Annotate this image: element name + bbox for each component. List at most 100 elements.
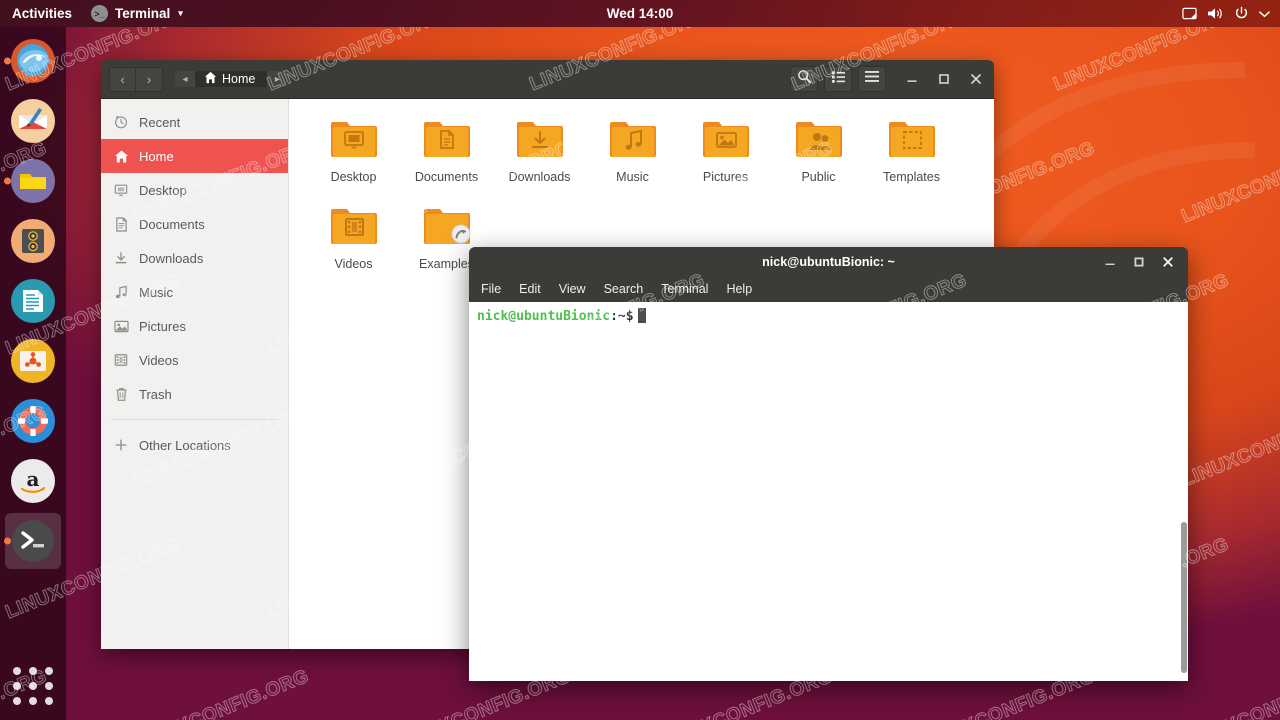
libreoffice-writer-icon bbox=[10, 278, 56, 324]
dock-item-libreoffice-writer[interactable] bbox=[5, 273, 61, 329]
running-indicator bbox=[4, 178, 11, 185]
apps-grid-dot bbox=[29, 667, 37, 675]
file-label: Downloads bbox=[509, 170, 571, 184]
files-titlebar: ‹ › ◂ Home ▸ bbox=[101, 60, 994, 99]
terminal-title: nick@ubuntuBionic: ~ bbox=[469, 255, 1188, 269]
menu-button[interactable] bbox=[858, 66, 886, 92]
running-indicator bbox=[4, 58, 11, 65]
volume-icon bbox=[1207, 6, 1224, 21]
dock-item-help[interactable] bbox=[5, 393, 61, 449]
dock-item-thunderbird[interactable] bbox=[5, 93, 61, 149]
screencast-icon bbox=[1182, 6, 1197, 21]
rhythmbox-speaker-icon bbox=[10, 218, 56, 264]
breadcrumb-home[interactable]: Home bbox=[195, 71, 267, 87]
file-item-documents[interactable]: Documents bbox=[400, 115, 493, 184]
folder-downloads-icon bbox=[516, 115, 564, 164]
menu-edit[interactable]: Edit bbox=[519, 282, 541, 296]
file-item-pictures[interactable]: Pictures bbox=[679, 115, 772, 184]
forward-button[interactable]: › bbox=[136, 67, 163, 92]
folder-pictures-icon bbox=[702, 115, 750, 164]
sidebar-item-trash[interactable]: Trash bbox=[101, 377, 288, 411]
search-button[interactable] bbox=[790, 66, 818, 92]
text-cursor bbox=[638, 308, 646, 323]
clock-icon bbox=[113, 114, 129, 130]
menu-file[interactable]: File bbox=[481, 282, 501, 296]
app-menu-terminal[interactable]: >_ Terminal ▾ bbox=[83, 5, 191, 22]
apps-grid-dot bbox=[13, 697, 21, 705]
folder-videos-icon bbox=[330, 202, 378, 251]
sidebar-item-label: Recent bbox=[139, 115, 180, 130]
sidebar-item-other-locations[interactable]: Other Locations bbox=[101, 428, 288, 462]
file-item-videos[interactable]: Videos bbox=[307, 202, 400, 271]
file-item-desktop[interactable]: Desktop bbox=[307, 115, 400, 184]
view-toggle-button[interactable] bbox=[824, 66, 852, 92]
search-icon bbox=[797, 69, 812, 89]
dock-item-amazon[interactable]: a bbox=[5, 453, 61, 509]
sidebar-divider bbox=[111, 419, 278, 420]
film-icon bbox=[113, 352, 129, 368]
sidebar-item-pictures[interactable]: Pictures bbox=[101, 309, 288, 343]
power-icon bbox=[1234, 6, 1249, 21]
menu-terminal[interactable]: Terminal bbox=[661, 282, 708, 296]
home-icon bbox=[113, 148, 129, 164]
back-button[interactable]: ‹ bbox=[109, 67, 136, 92]
file-label: Examples bbox=[419, 257, 474, 271]
folder-public-icon bbox=[795, 115, 843, 164]
menu-help[interactable]: Help bbox=[726, 282, 752, 296]
clock[interactable]: Wed 14:00 bbox=[0, 6, 1280, 21]
terminal-output-area[interactable]: nick@ubuntuBionic:~$ bbox=[469, 302, 1188, 681]
file-item-public[interactable]: Public bbox=[772, 115, 865, 184]
file-item-downloads[interactable]: Downloads bbox=[493, 115, 586, 184]
terminal-scrollbar[interactable] bbox=[1179, 302, 1188, 681]
sidebar-item-documents[interactable]: Documents bbox=[101, 207, 288, 241]
terminal-icon: >_ bbox=[91, 5, 108, 22]
trash-icon bbox=[113, 386, 129, 402]
maximize-button[interactable] bbox=[934, 69, 954, 89]
close-button[interactable] bbox=[966, 69, 986, 89]
file-label: Documents bbox=[415, 170, 478, 184]
prompt-user: nick@ubuntuBionic bbox=[477, 309, 610, 324]
sidebar-item-desktop[interactable]: Desktop bbox=[101, 173, 288, 207]
sidebar-item-downloads[interactable]: Downloads bbox=[101, 241, 288, 275]
breadcrumb-prev-arrow[interactable]: ◂ bbox=[175, 71, 195, 87]
apps-grid-dot bbox=[45, 697, 53, 705]
breadcrumb-next-arrow[interactable]: ▸ bbox=[267, 71, 287, 87]
dock-item-rhythmbox[interactable] bbox=[5, 213, 61, 269]
sidebar-item-videos[interactable]: Videos bbox=[101, 343, 288, 377]
sidebar-item-home[interactable]: Home bbox=[101, 139, 288, 173]
system-indicators[interactable] bbox=[1182, 6, 1280, 21]
running-indicator bbox=[4, 538, 11, 545]
home-icon bbox=[204, 71, 217, 87]
activities-button[interactable]: Activities bbox=[0, 0, 83, 27]
sidebar-item-label: Trash bbox=[139, 387, 172, 402]
file-label: Desktop bbox=[331, 170, 377, 184]
maximize-button[interactable] bbox=[1129, 252, 1149, 272]
minimize-button[interactable] bbox=[902, 69, 922, 89]
svg-text:a: a bbox=[27, 467, 40, 491]
file-item-templates[interactable]: Templates bbox=[865, 115, 958, 184]
apps-grid-dot bbox=[13, 682, 21, 690]
sidebar-item-music[interactable]: Music bbox=[101, 275, 288, 309]
dock-item-firefox[interactable] bbox=[5, 33, 61, 89]
folder-documents-icon bbox=[423, 115, 471, 164]
folder-symlink-icon bbox=[423, 202, 471, 251]
hamburger-menu-icon bbox=[864, 70, 880, 88]
close-button[interactable] bbox=[1158, 252, 1178, 272]
minimize-button[interactable] bbox=[1100, 252, 1120, 272]
menu-view[interactable]: View bbox=[559, 282, 586, 296]
dock-item-ubuntu-software[interactable] bbox=[5, 333, 61, 389]
show-applications-button[interactable] bbox=[9, 664, 57, 708]
file-label: Music bbox=[616, 170, 649, 184]
dock-item-files[interactable] bbox=[5, 153, 61, 209]
terminal-window-controls bbox=[1100, 252, 1188, 272]
files-sidebar: Recent Home Desktop bbox=[101, 99, 289, 649]
dock-item-terminal[interactable] bbox=[5, 513, 61, 569]
prompt-path: :~$ bbox=[610, 309, 633, 324]
file-item-music[interactable]: Music bbox=[586, 115, 679, 184]
scrollbar-thumb[interactable] bbox=[1181, 522, 1187, 674]
sidebar-item-recent[interactable]: Recent bbox=[101, 105, 288, 139]
watermark-text: LINUXCONFIG.ORG bbox=[1179, 138, 1280, 228]
file-label: Public bbox=[801, 170, 835, 184]
menu-search[interactable]: Search bbox=[604, 282, 644, 296]
terminal-titlebar: nick@ubuntuBionic: ~ bbox=[469, 247, 1188, 276]
